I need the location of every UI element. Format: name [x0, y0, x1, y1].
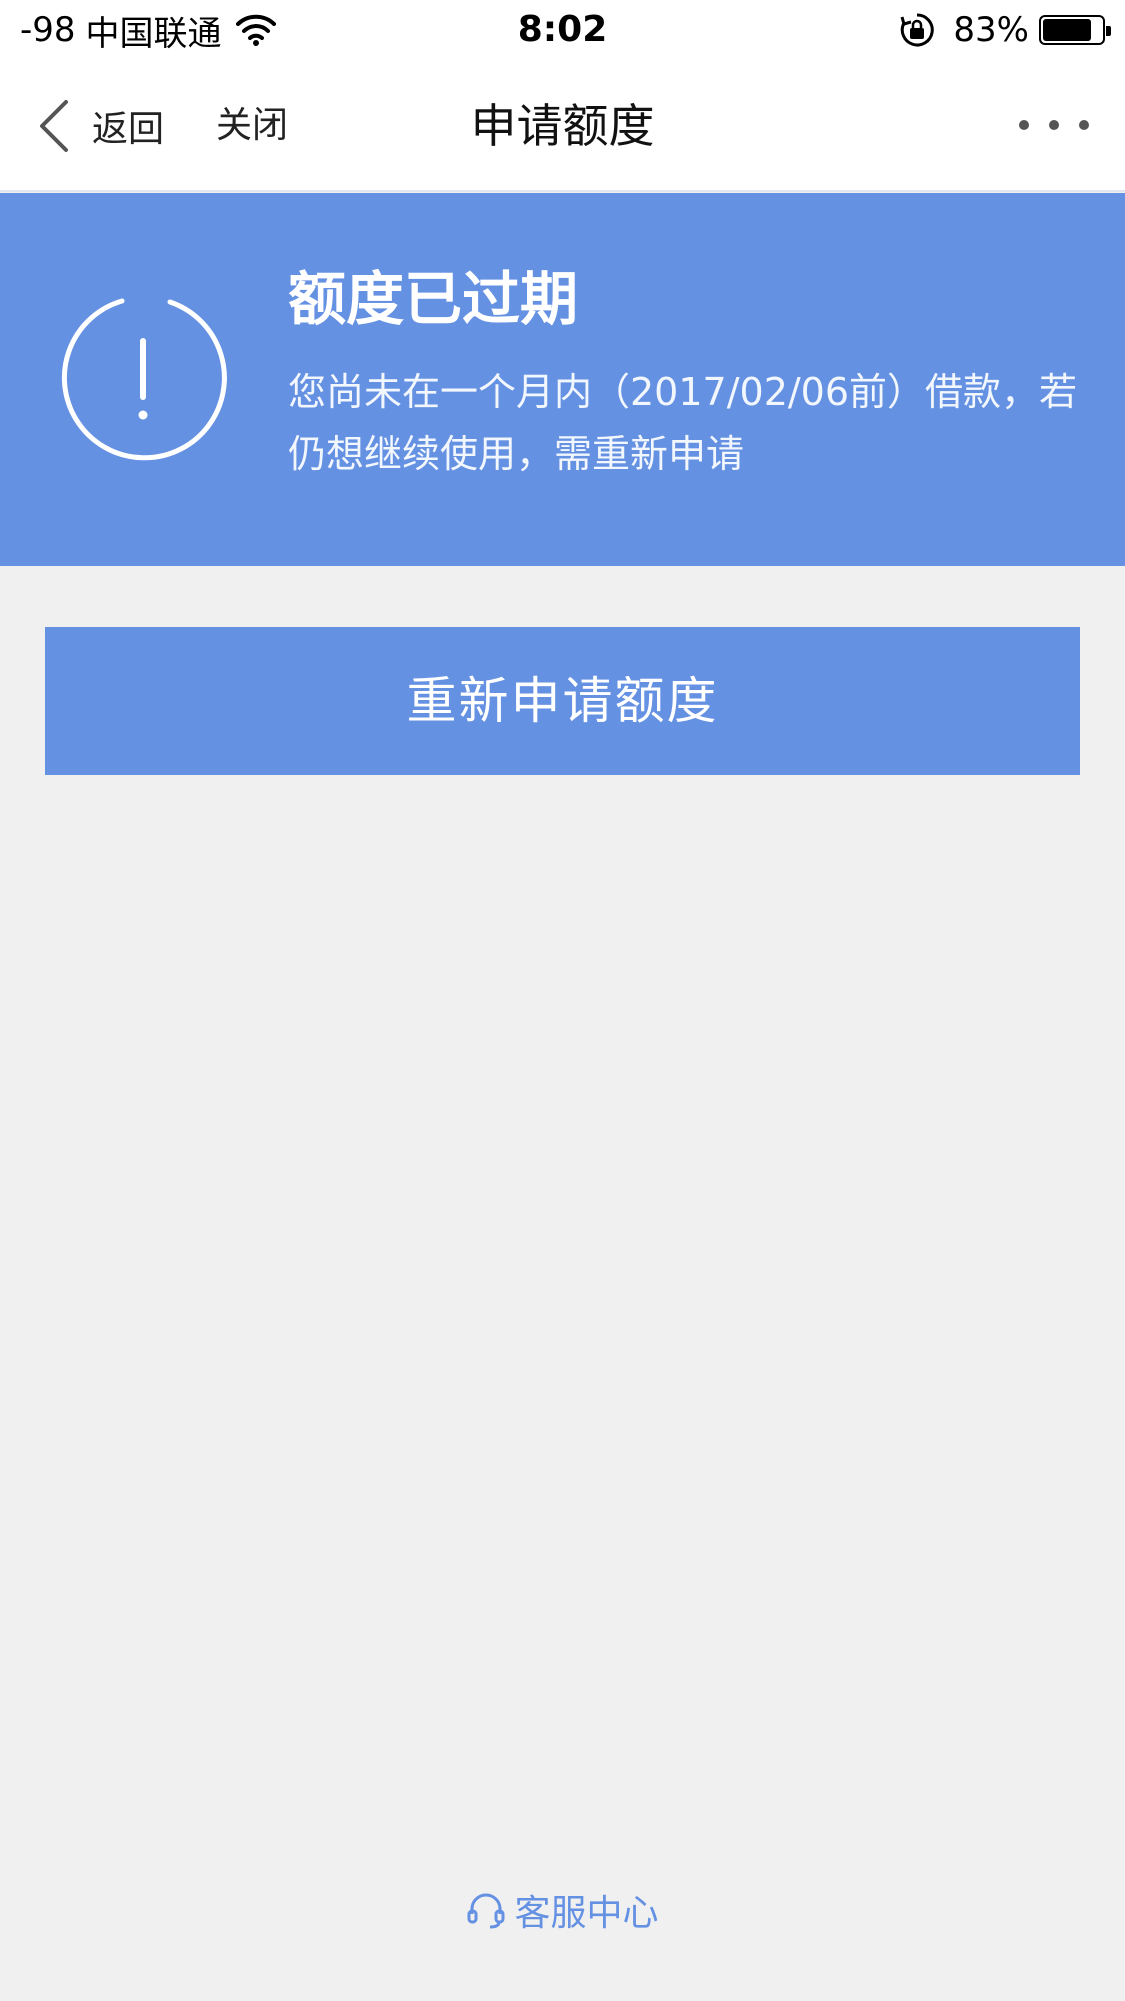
orientation-lock-icon [900, 13, 935, 47]
more-icon[interactable] [1019, 100, 1089, 150]
battery-icon [1039, 15, 1111, 45]
battery-tip [1106, 26, 1111, 36]
alert-icon [61, 298, 227, 461]
status-right: 83% [899, 8, 1111, 52]
customer-service-link[interactable]: 客服中心 [0, 1880, 1125, 1940]
more-dot [1049, 120, 1059, 130]
battery-percent: 83% [953, 10, 1029, 50]
nav-bar: 返回 关闭 申请额度 [0, 60, 1125, 192]
battery-fill [1043, 19, 1092, 41]
reapply-quota-button[interactable]: 重新申请额度 [45, 627, 1080, 775]
banner-title: 额度已过期 [288, 265, 579, 333]
headset-icon [467, 1893, 505, 1929]
status-bar: -98 中国联通 8:02 83% [0, 0, 1125, 60]
more-dot [1079, 120, 1089, 130]
expired-banner: 额度已过期 您尚未在一个月内（2017/02/06前）借款，若仍想继续使用，需重… [0, 193, 1125, 566]
screen: -98 中国联通 8:02 83% 返回 关闭 申请额度 额度已过期 您尚未在一… [0, 0, 1125, 2001]
more-dot [1019, 120, 1029, 130]
banner-description: 您尚未在一个月内（2017/02/06前）借款，若仍想继续使用，需重新申请 [288, 370, 1078, 476]
customer-service-label: 客服中心 [514, 1893, 659, 1934]
page-title: 申请额度 [470, 99, 655, 153]
